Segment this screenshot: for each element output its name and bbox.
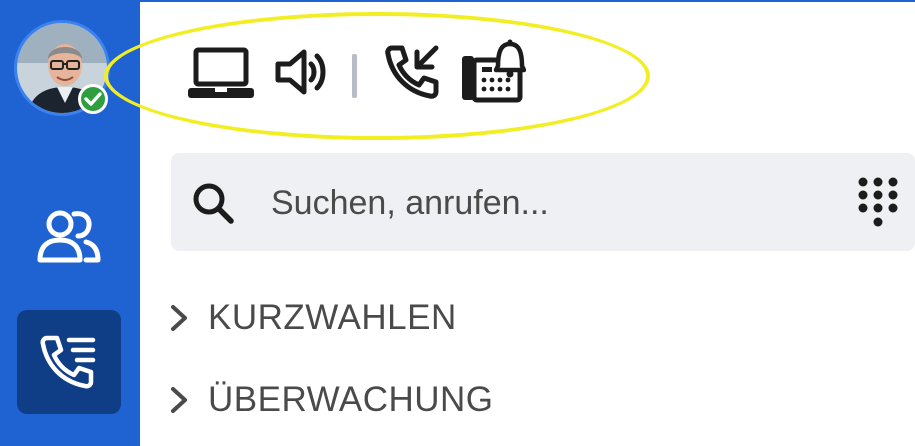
section-label: KURZWAHLEN	[208, 298, 457, 337]
chevron-right-icon	[171, 387, 187, 413]
highlight-ellipse	[104, 12, 650, 140]
laptop-icon[interactable]	[188, 42, 254, 102]
search-icon	[193, 183, 234, 224]
status-online-badge	[78, 84, 108, 114]
dialpad-icon[interactable]	[855, 176, 901, 230]
section-ueberwachung[interactable]: ÜBERWACHUNG	[166, 378, 494, 422]
check-icon	[84, 92, 102, 106]
top-divider	[140, 0, 915, 2]
chevron-right-icon	[171, 305, 187, 331]
sidebar-item-contacts[interactable]	[17, 184, 121, 288]
search-bar[interactable]	[171, 153, 915, 251]
search-input[interactable]	[269, 177, 833, 229]
contacts-icon	[37, 210, 101, 263]
deskphone-bell-icon[interactable]	[460, 38, 526, 104]
sidebar-item-calls[interactable]	[17, 310, 121, 414]
sidebar	[0, 0, 140, 446]
incoming-call-icon[interactable]	[384, 42, 444, 102]
speaker-icon[interactable]	[274, 42, 328, 102]
section-kurzwahlen[interactable]: KURZWAHLEN	[166, 296, 457, 340]
section-label: ÜBERWACHUNG	[208, 380, 494, 419]
phone-list-icon	[40, 335, 96, 389]
toolbar-separator	[352, 54, 357, 98]
